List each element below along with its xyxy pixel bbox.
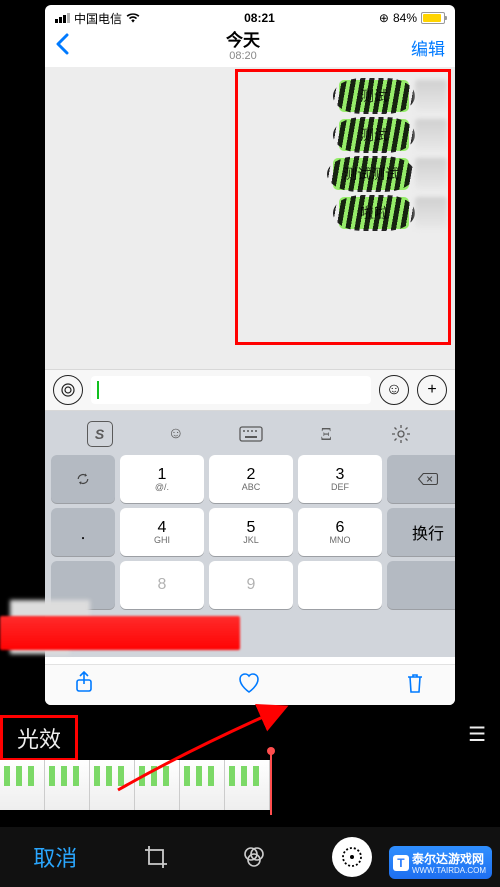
- timeline-filmstrip[interactable]: [0, 760, 270, 810]
- chat-area: 测试 测试 测试测试 啦啦: [45, 67, 455, 369]
- timeline-frame[interactable]: [45, 760, 90, 810]
- timeline-frame[interactable]: [135, 760, 180, 810]
- keyboard-icon[interactable]: [239, 422, 263, 446]
- message-bubble[interactable]: 测试: [339, 119, 409, 151]
- sogou-icon[interactable]: S: [87, 421, 113, 447]
- message-bubble[interactable]: 测试: [339, 80, 409, 112]
- key-4[interactable]: 4GHI: [120, 508, 204, 556]
- key-3[interactable]: 3DEF: [298, 455, 382, 503]
- key-9[interactable]: 9: [209, 561, 293, 609]
- message-bubble[interactable]: 啦啦: [339, 197, 409, 229]
- ios-status-bar: 中国电信 08:21 ⊕ 84%: [45, 5, 455, 27]
- watermark-url: WWW.TAIRDA.COM: [412, 867, 486, 875]
- message-row: 测试: [53, 119, 447, 151]
- timeline-frame[interactable]: [180, 760, 225, 810]
- delete-button[interactable]: [405, 672, 425, 699]
- avatar[interactable]: [415, 80, 447, 112]
- key-5[interactable]: 5JKL: [209, 508, 293, 556]
- timeline-frame[interactable]: [0, 760, 45, 810]
- message-text: 测试: [360, 127, 388, 143]
- attach-icon[interactable]: +: [417, 375, 447, 405]
- message-row: 啦啦: [53, 197, 447, 229]
- xi-icon[interactable]: Ξ: [314, 422, 338, 446]
- key-6[interactable]: 6MNO: [298, 508, 382, 556]
- nav-title: 今天: [226, 32, 260, 51]
- battery-pct: 84%: [393, 11, 417, 25]
- emoji-icon[interactable]: ☺: [379, 375, 409, 405]
- key-1[interactable]: 1@/.: [120, 455, 204, 503]
- battery-icon: [421, 12, 445, 24]
- nav-subtitle: 08:20: [226, 50, 260, 62]
- message-text: 啦啦: [360, 205, 388, 221]
- settings-icon[interactable]: [389, 422, 413, 446]
- back-button[interactable]: [55, 33, 75, 62]
- timeline-playhead[interactable]: [270, 750, 272, 815]
- avatar[interactable]: [415, 119, 447, 151]
- watermark-brand: 泰尔达游戏网: [412, 852, 484, 866]
- key-2[interactable]: 2ABC: [209, 455, 293, 503]
- timeline-frame[interactable]: [90, 760, 135, 810]
- redaction-overlay: [0, 616, 240, 650]
- watermark: T 泰尔达游戏网 WWW.TAIRDA.COM: [389, 846, 492, 879]
- edit-button[interactable]: 编辑: [411, 35, 445, 60]
- message-row: 测试测试: [53, 158, 447, 190]
- filters-tool[interactable]: [234, 837, 274, 877]
- message-input[interactable]: [91, 376, 371, 404]
- photo-preview-panel: 中国电信 08:21 ⊕ 84% 今天 08:20 编辑 测试 测试 测试测试: [45, 5, 455, 705]
- charging-icon: ⊕: [379, 11, 389, 25]
- nav-bar: 今天 08:20 编辑: [45, 27, 455, 67]
- key-backspace[interactable]: [387, 455, 455, 503]
- menu-icon[interactable]: ☰: [468, 722, 488, 747]
- avatar[interactable]: [415, 158, 447, 190]
- key-blank3[interactable]: [387, 561, 455, 609]
- favorite-button[interactable]: [237, 672, 261, 699]
- cancel-button[interactable]: 取消: [33, 841, 77, 873]
- effects-label[interactable]: 光效: [0, 715, 78, 761]
- carrier-label: 中国电信: [74, 10, 122, 27]
- key-return[interactable]: 换行: [387, 508, 455, 556]
- key-8[interactable]: 8: [120, 561, 204, 609]
- wifi-icon: [126, 13, 140, 23]
- chat-input-bar: ☺ +: [45, 369, 455, 411]
- chevron-left-icon: [55, 33, 69, 55]
- key-blank2[interactable]: [298, 561, 382, 609]
- timeline-frame[interactable]: [225, 760, 270, 810]
- watermark-logo: T: [393, 855, 409, 871]
- crop-tool[interactable]: [136, 837, 176, 877]
- message-row: 测试: [53, 80, 447, 112]
- signal-icon: [55, 13, 70, 23]
- text-cursor: [97, 381, 99, 399]
- clock: 08:21: [244, 11, 275, 25]
- message-text: 测试: [360, 88, 388, 104]
- photo-action-bar: [45, 664, 455, 705]
- message-bubble[interactable]: 测试测试: [333, 158, 409, 190]
- key-cycle[interactable]: [51, 455, 115, 503]
- key-punct[interactable]: ﹒: [51, 508, 115, 556]
- share-button[interactable]: [75, 671, 93, 699]
- adjust-tool[interactable]: [332, 837, 372, 877]
- emoji-kb-icon[interactable]: ☺: [164, 422, 188, 446]
- message-text: 测试测试: [343, 166, 399, 182]
- voice-icon[interactable]: [53, 375, 83, 405]
- avatar[interactable]: [415, 197, 447, 229]
